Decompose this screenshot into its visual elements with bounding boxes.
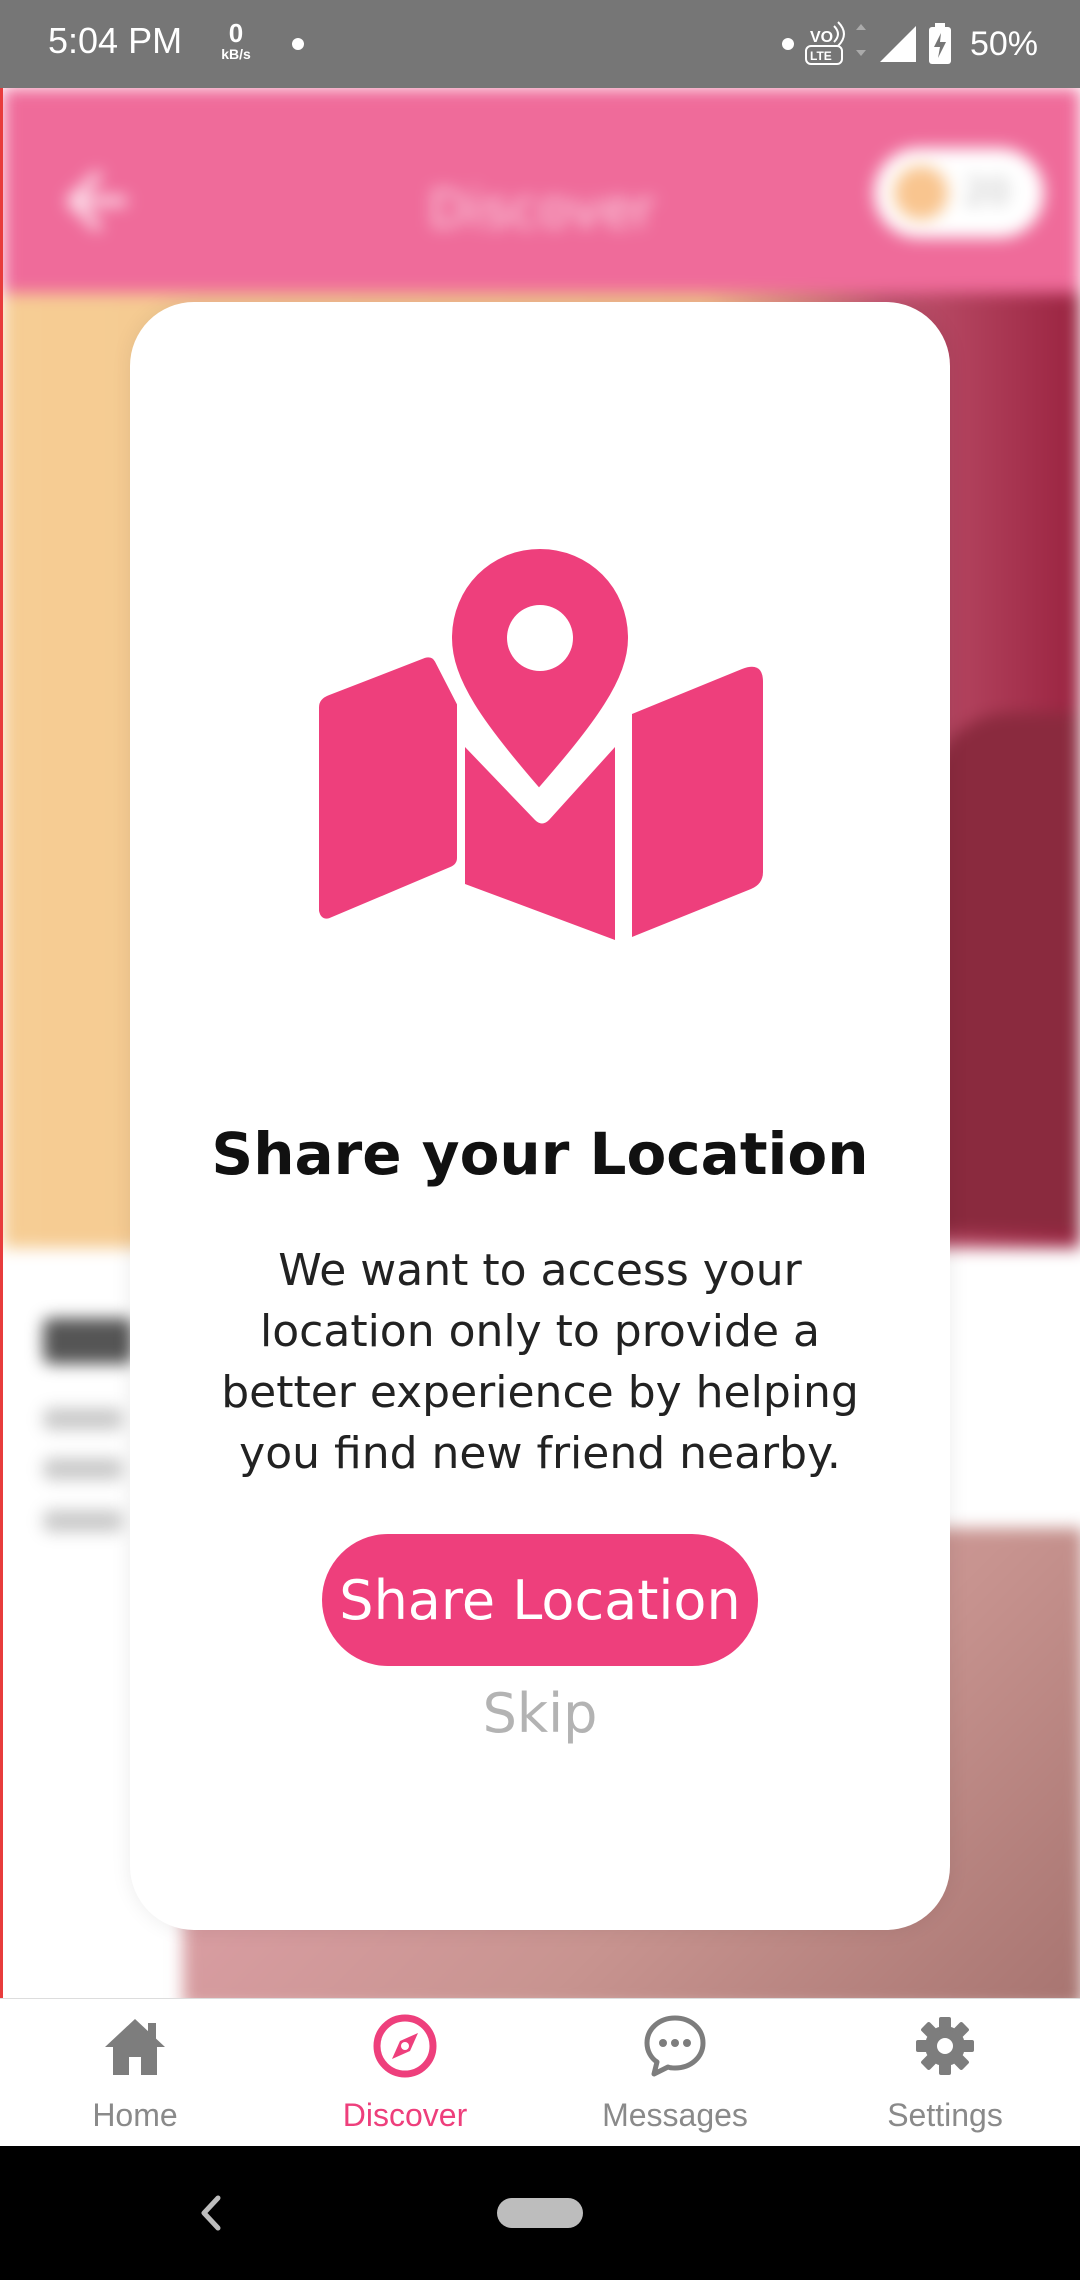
skip-button[interactable]: Skip <box>130 1682 950 1745</box>
network-speed-unit: kB/s <box>221 46 251 62</box>
nav-label-home: Home <box>92 2097 178 2133</box>
dialog-message: We want to access your location only to … <box>221 1245 859 1479</box>
nav-item-settings[interactable]: Settings <box>810 1999 1080 2147</box>
signal-icon <box>879 26 916 62</box>
profile-detail-placeholder <box>43 1510 123 1532</box>
system-navigation-bar <box>0 2146 1080 2280</box>
nav-item-home[interactable]: Home <box>0 1999 270 2147</box>
app-header: Discover 20 <box>3 88 1080 293</box>
coin-balance[interactable]: 20 <box>874 148 1044 238</box>
gear-icon <box>916 2017 974 2075</box>
dialog-title: Share your Location <box>211 1120 869 1188</box>
battery-icon <box>928 23 951 64</box>
status-icons: VO LTE 50% <box>781 18 1038 70</box>
notification-dot-icon <box>292 38 304 50</box>
volte-icon: VO LTE <box>804 21 866 65</box>
bottom-navigation: Home Discover Messages Settings <box>0 1998 1080 2147</box>
nav-label-discover: Discover <box>342 2097 468 2133</box>
nav-label-messages: Messages <box>602 2097 748 2133</box>
chat-bubble-icon <box>644 2015 706 2077</box>
nav-label-settings: Settings <box>887 2097 1003 2133</box>
svg-text:LTE: LTE <box>810 49 832 63</box>
compass-icon <box>373 2014 437 2078</box>
home-icon <box>105 2019 165 2075</box>
photo-shadow <box>930 713 1080 1233</box>
system-back-icon[interactable] <box>190 2188 230 2238</box>
profile-detail-placeholder <box>43 1458 123 1480</box>
share-location-button[interactable]: Share Location <box>322 1534 758 1666</box>
map-location-icon <box>319 542 763 940</box>
network-speed: 0 kB/s <box>214 20 258 62</box>
profile-detail-placeholder <box>43 1408 123 1430</box>
nav-item-messages[interactable]: Messages <box>540 1999 810 2147</box>
status-bar: 5:04 PM 0 kB/s VO LTE 50% <box>0 0 1080 88</box>
profile-name-placeholder <box>43 1318 133 1364</box>
nav-item-discover[interactable]: Discover <box>270 1999 540 2147</box>
notification-dot-icon <box>781 38 794 50</box>
system-home-pill[interactable] <box>497 2198 583 2228</box>
location-permission-dialog: Share your Location We want to access yo… <box>130 302 950 1930</box>
svg-text:VO: VO <box>810 29 833 46</box>
battery-percent: 50% <box>969 24 1038 63</box>
network-speed-value: 0 <box>228 18 244 48</box>
status-time: 5:04 PM <box>48 20 183 61</box>
coin-count: 20 <box>964 172 1010 213</box>
coin-icon <box>894 166 948 220</box>
